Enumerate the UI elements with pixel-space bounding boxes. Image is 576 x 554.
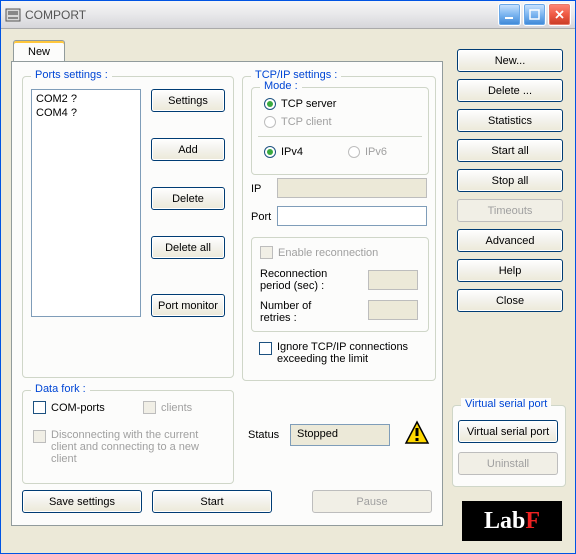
settings-button[interactable]: Settings — [151, 89, 225, 112]
number-retries-input — [368, 300, 418, 320]
titlebar: COMPORT — [1, 1, 575, 29]
radio-icon — [264, 146, 276, 158]
close-button[interactable]: Close — [457, 289, 563, 312]
startall-button[interactable]: Start all — [457, 139, 563, 162]
checkbox-icon — [33, 430, 46, 443]
port-input[interactable] — [277, 206, 427, 226]
portmonitor-button[interactable]: Port monitor — [151, 294, 225, 317]
tcpip-settings-group: TCP/IP settings : Mode : TCP server TCP … — [242, 76, 436, 381]
delete-side-button[interactable]: Delete ... — [457, 79, 563, 102]
tabpage-new: Ports settings : COM2 ? COM4 ? Settings … — [11, 61, 443, 526]
radio-tcp-server[interactable]: TCP server — [264, 98, 336, 110]
port-label: Port — [251, 211, 271, 223]
datafork-legend: Data fork : — [31, 383, 90, 395]
status-value: Stopped — [290, 424, 390, 446]
help-button[interactable]: Help — [457, 259, 563, 282]
list-item[interactable]: COM4 ? — [36, 106, 136, 120]
tab-label: New — [28, 46, 50, 58]
reconnection-period-label: Reconnection period (sec) : — [260, 268, 340, 292]
radio-tcp-client: TCP client — [264, 116, 332, 128]
radio-ipv4[interactable]: IPv4 — [264, 146, 303, 158]
save-settings-button[interactable]: Save settings — [22, 490, 142, 513]
virtual-serial-port-button[interactable]: Virtual serial port — [458, 420, 558, 443]
close-window-button[interactable] — [548, 3, 571, 26]
radio-icon — [348, 146, 360, 158]
add-button[interactable]: Add — [151, 138, 225, 161]
uninstall-button: Uninstall — [458, 452, 558, 475]
checkbox-icon — [33, 401, 46, 414]
reconnection-period-input — [368, 270, 418, 290]
stopall-button[interactable]: Stop all — [457, 169, 563, 192]
enable-reconnection-checkbox: Enable reconnection — [260, 246, 378, 259]
delete-button[interactable]: Delete — [151, 187, 225, 210]
number-retries-label: Number of retries : — [260, 300, 340, 324]
radio-icon — [264, 98, 276, 110]
status-label: Status — [248, 429, 279, 441]
reconnection-group: Enable reconnection Reconnection period … — [251, 237, 429, 332]
checkbox-icon — [260, 246, 273, 259]
deleteall-button[interactable]: Delete all — [151, 236, 225, 259]
statistics-button[interactable]: Statistics — [457, 109, 563, 132]
mode-legend: Mode : — [260, 80, 302, 92]
pause-button: Pause — [312, 490, 432, 513]
disconnect-checkbox: Disconnecting with the current client an… — [33, 429, 223, 465]
window-title: COMPORT — [25, 8, 498, 22]
warning-icon — [404, 420, 430, 446]
advanced-button[interactable]: Advanced — [457, 229, 563, 252]
checkbox-icon — [143, 401, 156, 414]
vsp-legend: Virtual serial port — [461, 398, 551, 410]
start-button[interactable]: Start — [152, 490, 272, 513]
ports-settings-group: Ports settings : COM2 ? COM4 ? Settings … — [22, 76, 234, 378]
ports-settings-legend: Ports settings : — [31, 69, 112, 81]
main-tabcontrol: New Ports settings : COM2 ? COM4 ? Setti… — [11, 39, 443, 524]
datafork-group: Data fork : COM-ports clients Disconnect… — [22, 390, 234, 484]
clients-checkbox: clients — [143, 401, 192, 414]
virtual-serial-port-group: Virtual serial port Virtual serial port … — [452, 405, 566, 487]
list-item[interactable]: COM2 ? — [36, 92, 136, 106]
new-button[interactable]: New... — [457, 49, 563, 72]
ip-label: IP — [251, 183, 261, 195]
checkbox-icon — [259, 342, 272, 355]
ignore-limit-checkbox[interactable]: Ignore TCP/IP connections exceeding the … — [259, 341, 427, 365]
labf-logo: LabF — [462, 501, 562, 541]
timeouts-button: Timeouts — [457, 199, 563, 222]
maximize-button[interactable] — [523, 3, 546, 26]
minimize-button[interactable] — [498, 3, 521, 26]
mode-group: Mode : TCP server TCP client IPv4 — [251, 87, 429, 175]
ip-input — [277, 178, 427, 198]
comports-checkbox[interactable]: COM-ports — [33, 401, 105, 414]
ports-listbox[interactable]: COM2 ? COM4 ? — [31, 89, 141, 317]
app-icon — [5, 7, 21, 23]
radio-icon — [264, 116, 276, 128]
tab-new[interactable]: New — [13, 40, 65, 63]
radio-ipv6: IPv6 — [348, 146, 387, 158]
